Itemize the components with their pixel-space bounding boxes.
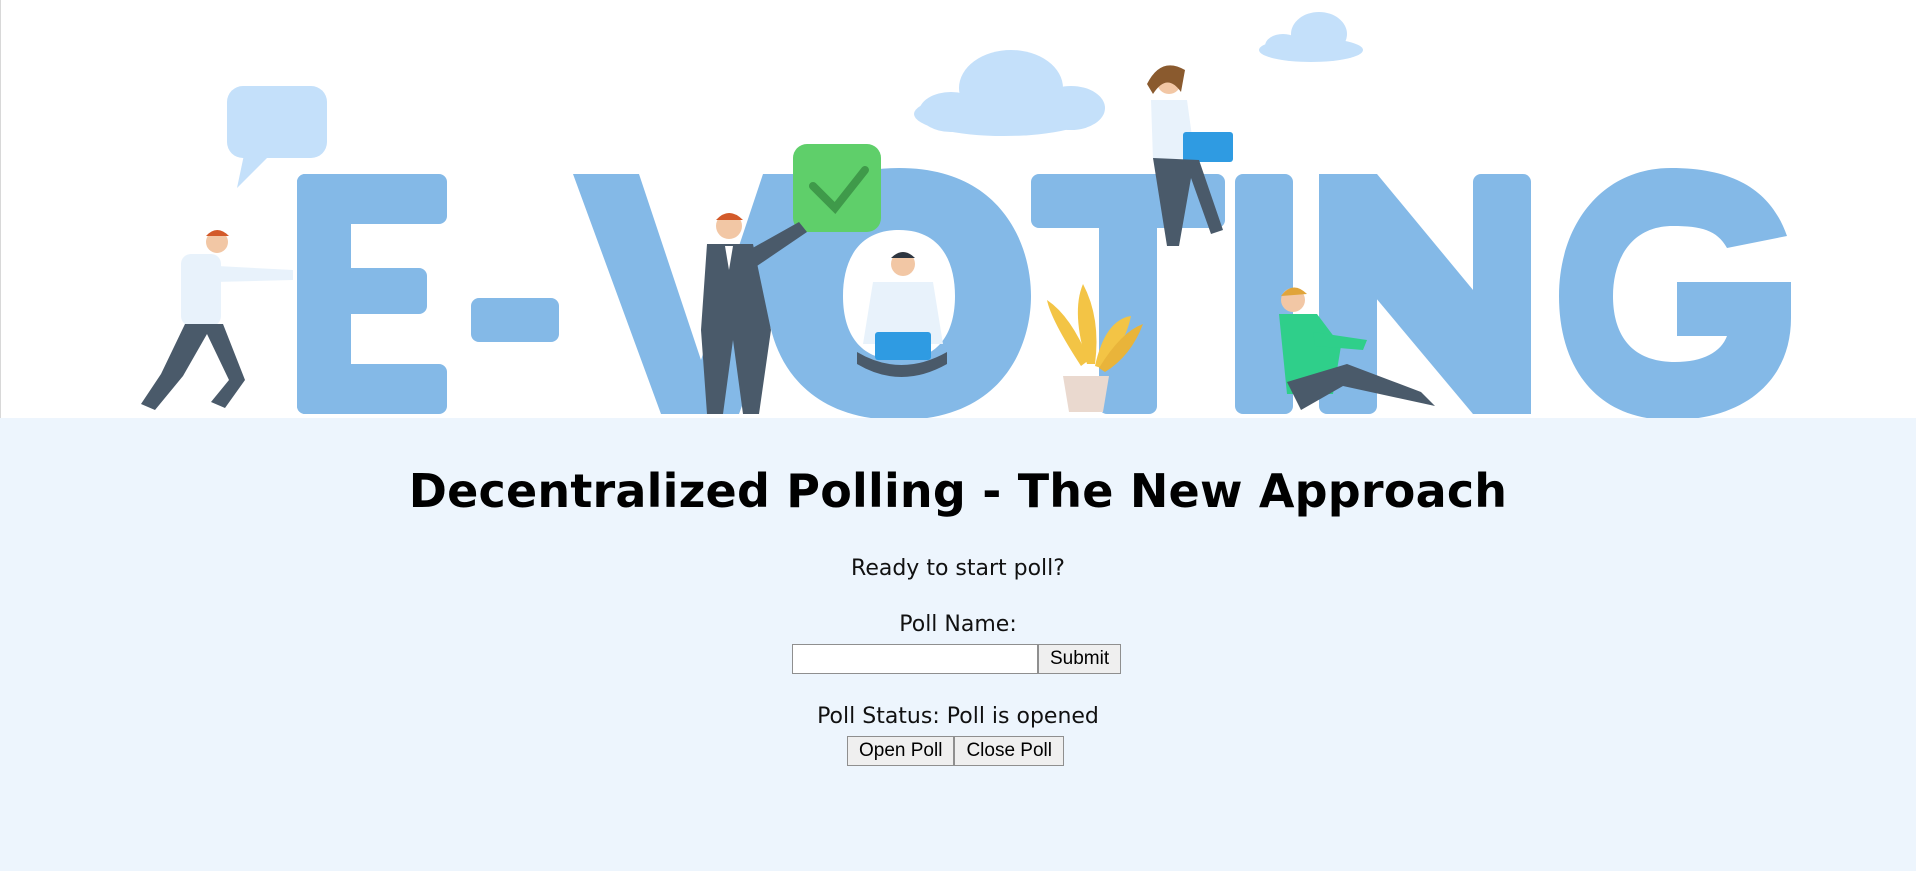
close-poll-button[interactable]: Close Poll (954, 736, 1064, 766)
poll-name-label: Poll Name: (899, 612, 1017, 637)
cloud-icon (1259, 12, 1363, 62)
poll-status-value: Poll is opened (946, 704, 1099, 729)
speech-bubble-icon (227, 86, 327, 188)
poll-status: Poll Status: Poll is opened (0, 704, 1916, 729)
person-figure (141, 230, 293, 410)
poll-controls: Open Poll Close Poll (847, 736, 1064, 766)
poll-panel: Decentralized Polling - The New Approach… (0, 418, 1916, 871)
submit-button[interactable]: Submit (1038, 644, 1122, 674)
poll-status-label: Poll Status: (817, 704, 940, 729)
laptop-icon (875, 332, 931, 360)
poll-name-input[interactable] (792, 644, 1038, 674)
page-title: Decentralized Polling - The New Approach (408, 464, 1508, 518)
e-voting-illustration (141, 12, 1791, 418)
open-poll-button[interactable]: Open Poll (847, 736, 955, 766)
e-voting-banner (0, 0, 1916, 418)
laptop-icon (1183, 132, 1233, 162)
poll-prompt: Ready to start poll? (851, 556, 1065, 581)
checkmark-icon (793, 144, 881, 232)
e-voting-letters (297, 168, 1791, 418)
poll-name-form: Submit (792, 644, 1122, 674)
cloud-icon (914, 50, 1105, 136)
